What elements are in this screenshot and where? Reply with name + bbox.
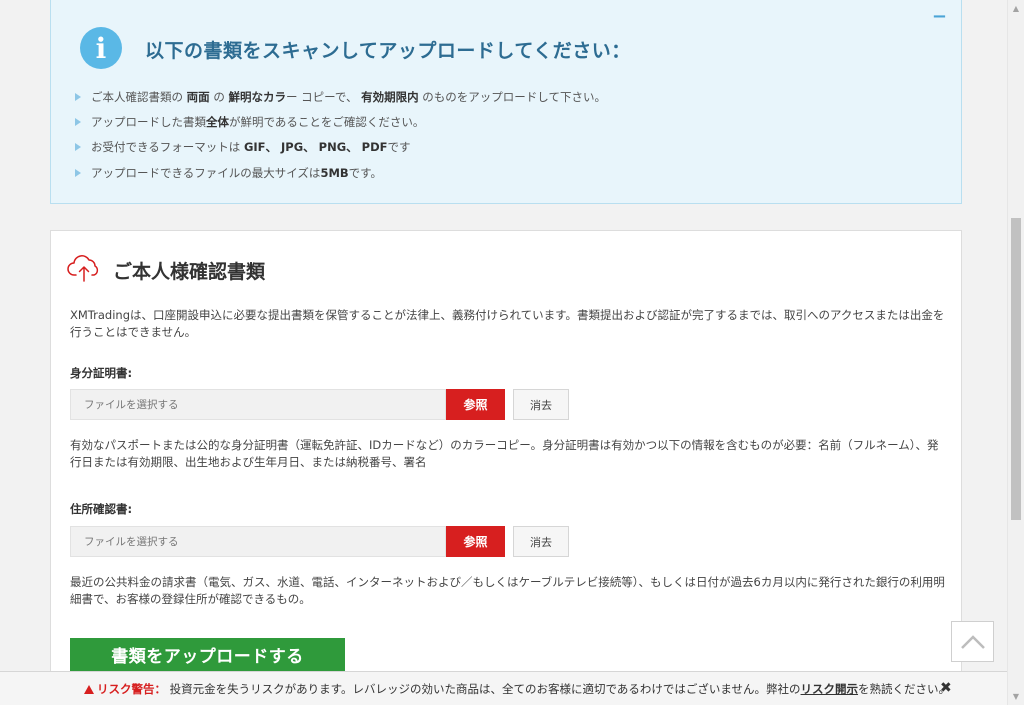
- bullet-arrow-icon: [75, 168, 81, 177]
- identity-file-input[interactable]: ファイルを選択する: [70, 389, 446, 420]
- identity-description: 有効なパスポートまたは公的な身分証明書（運転免許証、IDカードなど）のカラーコピ…: [70, 438, 939, 469]
- risk-suffix: を熟読ください。: [858, 682, 951, 696]
- card-description: XMTradingは、口座開設申込に必要な提出書類を保管することが法律上、義務付…: [70, 308, 945, 339]
- info-icon: i: [80, 27, 122, 69]
- risk-label: リスク警告：: [97, 682, 166, 696]
- upload-instructions-panel: i 以下の書類をスキャンしてアップロードしてください： − ご本人確認書類の 両…: [50, 0, 962, 204]
- warning-icon: [84, 685, 94, 694]
- bullet-arrow-icon: [75, 92, 81, 101]
- address-description: 最近の公共料金の請求書（電気、ガス、水道、電話、インターネットおよび／もしくはケ…: [70, 575, 945, 606]
- instructions-list: ご本人確認書類の 両面 の 鮮明なカラー コピーで、 有効期限内 のものをアップ…: [75, 84, 606, 185]
- address-file-input[interactable]: ファイルを選択する: [70, 526, 446, 557]
- risk-text: 投資元金を失うリスクがあります。レバレッジの効いた商品は、全てのお客様に適切であ…: [169, 682, 801, 696]
- vertical-scrollbar[interactable]: ▲ ▼: [1007, 0, 1024, 705]
- risk-disclosure-link[interactable]: リスク開示: [801, 682, 859, 696]
- list-item: アップロードした書類 全体 が鮮明であることをご確認ください。: [75, 109, 606, 134]
- bullet-arrow-icon: [75, 117, 81, 126]
- risk-warning-bar: リスク警告： 投資元金を失うリスクがあります。レバレッジの効いた商品は、全てのお…: [0, 671, 1007, 705]
- address-browse-button[interactable]: 参照: [446, 526, 505, 557]
- cloud-upload-icon: [67, 255, 99, 282]
- list-item: アップロードできるファイルの最大サイズは 5MB です。: [75, 160, 606, 185]
- identity-label: 身分証明書:: [70, 366, 133, 380]
- card-title: ご本人様確認書類: [113, 261, 266, 283]
- upload-documents-button[interactable]: 書類をアップロードする: [70, 638, 345, 671]
- scroll-up-arrow-icon[interactable]: ▲: [1008, 0, 1024, 17]
- page: i 以下の書類をスキャンしてアップロードしてください： − ご本人確認書類の 両…: [0, 0, 1024, 705]
- back-to-top-button[interactable]: [951, 621, 994, 662]
- list-item: ご本人確認書類の 両面 の 鮮明なカラー コピーで、 有効期限内 のものをアップ…: [75, 84, 606, 109]
- chevron-up-icon: [960, 634, 985, 649]
- scrollbar-thumb[interactable]: [1011, 218, 1021, 520]
- address-label: 住所確認書:: [70, 502, 133, 516]
- list-item: お受付できるフォーマットは GIF、 JPG、 PNG、 PDF です: [75, 135, 606, 160]
- identity-clear-button[interactable]: 消去: [513, 389, 569, 420]
- close-icon[interactable]: ✖: [940, 680, 952, 696]
- collapse-button[interactable]: −: [932, 6, 947, 27]
- identity-documents-card: ご本人様確認書類 XMTradingは、口座開設申込に必要な提出書類を保管するこ…: [50, 230, 962, 700]
- instructions-title: 以下の書類をスキャンしてアップロードしてください：: [145, 40, 631, 62]
- identity-browse-button[interactable]: 参照: [446, 389, 505, 420]
- bullet-arrow-icon: [75, 143, 81, 152]
- scroll-down-arrow-icon[interactable]: ▼: [1008, 688, 1024, 705]
- address-clear-button[interactable]: 消去: [513, 526, 569, 557]
